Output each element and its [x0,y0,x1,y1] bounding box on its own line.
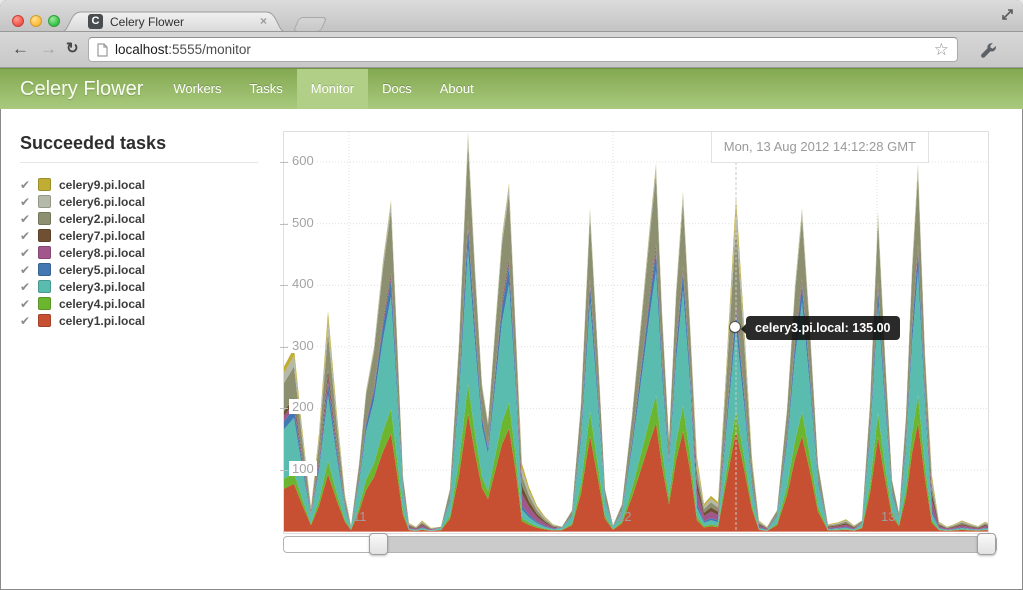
y-axis-label: 300 [289,338,317,353]
legend-item[interactable]: ✔celery9.pi.local [20,176,260,193]
bookmark-star-icon[interactable]: ☆ [934,42,949,58]
y-axis-tick [280,470,288,471]
chart-area[interactable]: Mon, 13 Aug 2012 14:12:28 GMT celery3.pi… [283,131,989,534]
tab-close-icon[interactable]: × [260,14,267,28]
legend-swatch [38,314,51,327]
timestamp-box: Mon, 13 Aug 2012 14:12:28 GMT [711,132,929,163]
y-axis-label: 200 [289,399,317,414]
y-axis-tick [280,224,288,225]
nav-item-docs[interactable]: Docs [368,69,426,109]
check-icon[interactable]: ✔ [20,195,38,209]
x-axis-label: 13 [881,509,895,524]
legend-item[interactable]: ✔celery4.pi.local [20,295,260,312]
y-axis-label: 400 [289,276,317,291]
reload-button[interactable]: ↻ [66,38,79,60]
check-icon[interactable]: ✔ [20,297,38,311]
y-axis-tick [280,285,288,286]
minimize-traffic-light[interactable] [30,15,42,27]
legend-swatch [38,297,51,310]
x-axis-label: 11 [353,509,367,524]
url-host: localhost [115,42,168,57]
legend-item[interactable]: ✔celery1.pi.local [20,312,260,329]
address-bar[interactable]: localhost:5555/monitor ☆ [88,37,958,62]
legend-swatch [38,178,51,191]
new-tab-button[interactable] [293,17,328,32]
nav-item-monitor[interactable]: Monitor [297,69,368,109]
hover-dot-icon [730,322,740,332]
y-axis-label: 100 [289,461,317,476]
legend: ✔celery9.pi.local ✔celery6.pi.local ✔cel… [20,176,260,329]
forward-button[interactable]: → [40,38,57,60]
legend-swatch [38,229,51,242]
url-text[interactable]: localhost:5555/monitor [115,42,934,57]
y-axis-label: 500 [289,215,317,230]
y-axis-tick [280,408,288,409]
browser-window: C Celery Flower × ← → ↻ localhost:5555/m… [0,0,1023,590]
check-icon[interactable]: ✔ [20,314,38,328]
brand[interactable]: Celery Flower [0,69,159,109]
y-axis-tick [280,162,288,163]
check-icon[interactable]: ✔ [20,229,38,243]
navbar: Celery Flower Workers Tasks Monitor Docs… [0,68,1023,109]
legend-item[interactable]: ✔celery7.pi.local [20,227,260,244]
tab-favicon: C [88,14,103,29]
title-divider [20,162,258,163]
range-slider[interactable] [283,536,997,553]
y-axis-label: 600 [289,153,317,168]
back-button[interactable]: ← [12,38,29,60]
fullscreen-icon[interactable] [999,6,1016,23]
check-icon[interactable]: ✔ [20,178,38,192]
url-path: :5555/monitor [168,42,251,57]
slider-handle-left[interactable] [369,533,388,555]
legend-swatch [38,195,51,208]
nav-item-tasks[interactable]: Tasks [236,69,297,109]
tooltip: celery3.pi.local: 135.00 [746,316,900,340]
check-icon[interactable]: ✔ [20,212,38,226]
check-icon[interactable]: ✔ [20,263,38,277]
legend-item[interactable]: ✔celery3.pi.local [20,278,260,295]
slider-selected-range[interactable] [378,537,988,552]
legend-item[interactable]: ✔celery8.pi.local [20,244,260,261]
legend-swatch [38,246,51,259]
slider-handle-right[interactable] [977,533,996,555]
page-title: Succeeded tasks [20,133,166,154]
legend-item[interactable]: ✔celery5.pi.local [20,261,260,278]
check-icon[interactable]: ✔ [20,280,38,294]
tab-strip: C Celery Flower × [0,0,1023,32]
check-icon[interactable]: ✔ [20,246,38,260]
nav-item-workers[interactable]: Workers [159,69,235,109]
legend-item[interactable]: ✔celery6.pi.local [20,193,260,210]
zoom-traffic-light[interactable] [48,15,60,27]
y-axis-tick [280,347,288,348]
legend-swatch [38,263,51,276]
nav-item-about[interactable]: About [426,69,488,109]
close-traffic-light[interactable] [12,15,24,27]
legend-swatch [38,212,51,225]
wrench-icon[interactable] [980,42,997,59]
legend-swatch [38,280,51,293]
legend-item[interactable]: ✔celery2.pi.local [20,210,260,227]
page-icon [97,43,108,57]
x-axis-label: 12 [617,509,631,524]
tab-title: Celery Flower [110,15,184,29]
